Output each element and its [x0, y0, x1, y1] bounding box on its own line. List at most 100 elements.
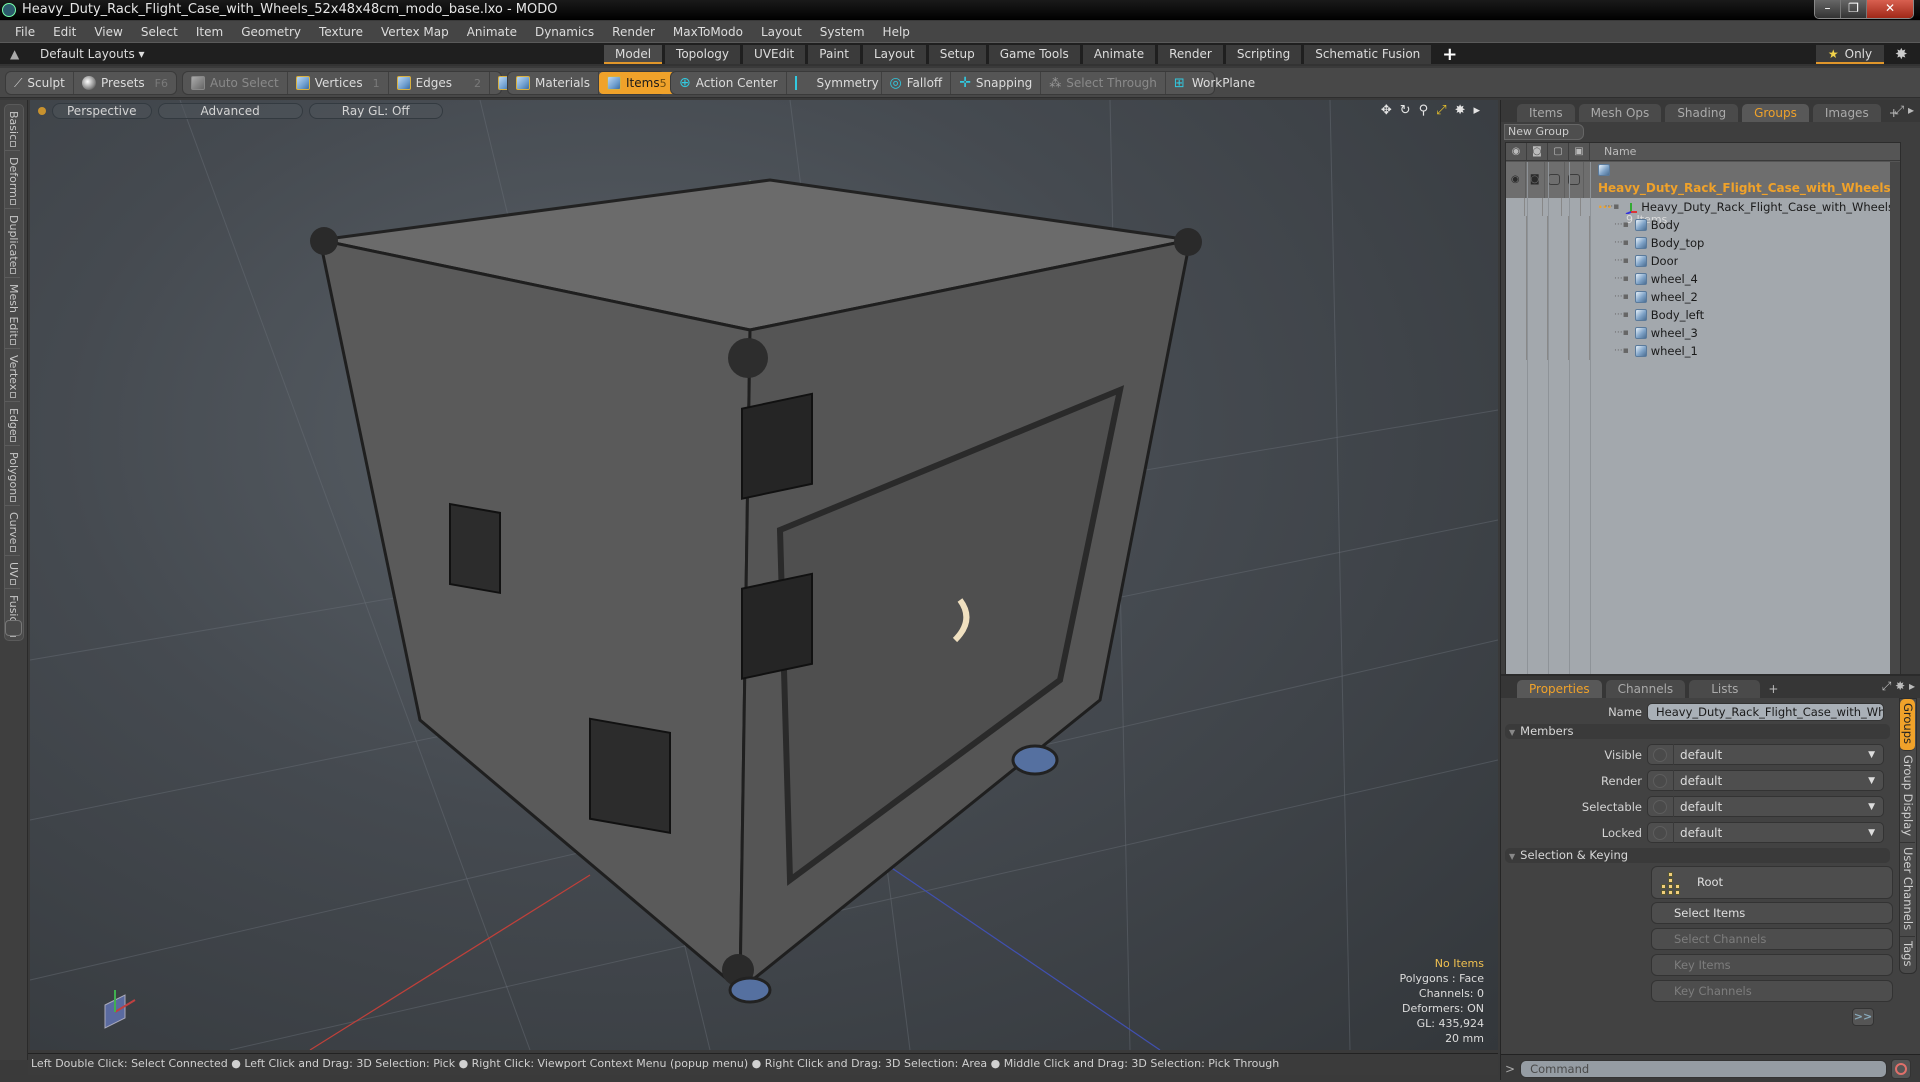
menu-file[interactable]: File — [6, 25, 44, 39]
tab-edge[interactable]: Edge — [5, 402, 20, 447]
group-row[interactable]: ◉ ◙ Heavy_Duty_Rack_Flight_Case_with_Whe… — [1506, 162, 1900, 226]
tab-setup[interactable]: Setup — [928, 45, 986, 64]
side-tab-group-display[interactable]: Group Display — [1900, 751, 1915, 844]
side-tab-user-channels[interactable]: User Channels — [1900, 843, 1915, 938]
tree-item-row[interactable]: ···▪ wheel_2 — [1506, 288, 1900, 306]
locked-keyframe-toggle[interactable] — [1653, 825, 1667, 840]
selectable-dropdown[interactable]: default ▼ — [1647, 796, 1884, 817]
presets-button[interactable]: Presets F6 — [74, 72, 176, 94]
side-tab-tags[interactable]: Tags — [1900, 937, 1915, 972]
record-macro-button[interactable] — [1891, 1058, 1912, 1079]
tab-paint[interactable]: Paint — [808, 45, 860, 64]
tab-uv[interactable]: UV — [5, 556, 20, 589]
selectable-keyframe-toggle[interactable] — [1653, 799, 1667, 814]
menu-item[interactable]: Item — [187, 25, 232, 39]
name-column-header[interactable]: Name — [1590, 143, 1636, 160]
tab-items[interactable]: Items — [1517, 104, 1575, 122]
viewport-menu-arrow-icon[interactable]: ▸ — [1473, 103, 1480, 118]
tab-lists[interactable]: Lists — [1689, 680, 1761, 698]
menu-dynamics[interactable]: Dynamics — [526, 25, 603, 39]
tab-schematic-fusion[interactable]: Schematic Fusion — [1304, 45, 1432, 64]
palette-toggle-button[interactable] — [5, 620, 22, 636]
name-input[interactable]: Heavy_Duty_Rack_Flight_Case_with_Wheels_… — [1647, 703, 1884, 721]
tab-game-tools[interactable]: Game Tools — [988, 45, 1080, 64]
more-options-button[interactable]: >> — [1852, 1008, 1874, 1026]
render-keyframe-toggle[interactable] — [1653, 773, 1667, 788]
tab-duplicate[interactable]: Duplicate — [5, 209, 20, 279]
minimize-button[interactable]: – — [1815, 0, 1841, 18]
action-center-button[interactable]: ⊕ Action Center — [671, 72, 787, 94]
group-lock-toggle[interactable] — [1565, 162, 1584, 198]
layout-settings-gear-icon[interactable]: ✸ — [1895, 45, 1908, 63]
tree-item-row[interactable]: ···▪ Heavy_Duty_Rack_Flight_Case_with_Whe… — [1506, 198, 1900, 216]
workplane-button[interactable]: ⊞ WorkPlane — [1166, 72, 1263, 94]
items-button[interactable]: Items 5 — [599, 72, 675, 94]
select-channels-button[interactable]: Select Channels — [1651, 928, 1893, 950]
menu-system[interactable]: System — [811, 25, 874, 39]
tree-item-row[interactable]: ···▪ Body_top — [1506, 234, 1900, 252]
new-group-button[interactable]: New Group — [1504, 124, 1584, 140]
menu-maxtomodo[interactable]: MaxToModo — [664, 25, 752, 39]
add-layout-tab-button[interactable]: + — [1434, 45, 1465, 64]
tab-topology[interactable]: Topology — [665, 45, 741, 64]
side-tab-groups[interactable]: Groups — [1900, 699, 1915, 752]
shading-mode-button[interactable]: Advanced — [157, 103, 303, 119]
zoom-icon[interactable]: ⚲ — [1419, 103, 1429, 118]
restore-button[interactable]: ❐ — [1841, 0, 1867, 18]
selection-keying-section-header[interactable]: ▼ Selection & Keying — [1505, 848, 1890, 863]
materials-button[interactable]: Materials — [508, 72, 600, 94]
tab-animate[interactable]: Animate — [1082, 45, 1156, 64]
lock-column-cube-icon[interactable]: ▣ — [1569, 143, 1590, 160]
maximize-viewport-icon[interactable]: ⤢ — [1436, 103, 1446, 118]
select-items-button[interactable]: Select Items — [1651, 902, 1893, 924]
viewport-indicator-dot[interactable] — [38, 107, 46, 115]
group-render-toggle[interactable]: ◙ — [1526, 162, 1545, 198]
visible-dropdown[interactable]: default ▼ — [1647, 744, 1884, 765]
default-layouts-dropdown[interactable]: ▲ Default Layouts ▾ — [10, 47, 145, 61]
tree-item-row[interactable]: ···▪ wheel_4 — [1506, 270, 1900, 288]
select-through-button[interactable]: ⁂ Select Through — [1041, 72, 1166, 94]
tree-item-row[interactable]: ···▪ wheel_3 — [1506, 324, 1900, 342]
tab-polygon[interactable]: Polygon — [5, 446, 20, 507]
tree-item-row[interactable]: ···▪ Door — [1506, 252, 1900, 270]
tab-render[interactable]: Render — [1158, 45, 1223, 64]
tab-model[interactable]: Model — [604, 45, 663, 64]
visible-keyframe-toggle[interactable] — [1653, 747, 1667, 762]
tab-vertex[interactable]: Vertex — [5, 349, 20, 402]
tab-images[interactable]: Images — [1812, 104, 1881, 122]
key-items-button[interactable]: Key Items — [1651, 954, 1893, 976]
tab-groups[interactable]: Groups — [1742, 104, 1809, 122]
menu-view[interactable]: View — [85, 25, 131, 39]
tab-basic[interactable]: Basic — [5, 105, 20, 152]
render-column-camera-icon[interactable]: ◙ — [1527, 143, 1548, 160]
falloff-button[interactable]: ◎ Falloff — [882, 72, 952, 94]
menu-vertex-map[interactable]: Vertex Map — [372, 25, 458, 39]
add-properties-tab-button[interactable]: + — [1764, 680, 1782, 698]
command-input[interactable]: Command — [1520, 1059, 1888, 1078]
only-button[interactable]: ★ Only — [1816, 45, 1884, 64]
properties-expand-gear-icon[interactable]: ⤢ ✸ ▸ — [1882, 679, 1915, 694]
menu-select[interactable]: Select — [132, 25, 187, 39]
raygl-button[interactable]: Ray GL: Off — [308, 103, 443, 119]
locked-dropdown[interactable]: default ▼ — [1647, 822, 1884, 843]
key-channels-button[interactable]: Key Channels — [1651, 980, 1893, 1002]
menu-texture[interactable]: Texture — [310, 25, 372, 39]
members-section-header[interactable]: ▼ Members — [1505, 724, 1890, 739]
visibility-column-eye-icon[interactable]: ◉ — [1506, 143, 1527, 160]
tab-layout[interactable]: Layout — [862, 45, 926, 64]
tab-scripting[interactable]: Scripting — [1225, 45, 1302, 64]
tree-item-row[interactable]: ···▪ wheel_1 — [1506, 342, 1900, 360]
tab-shading[interactable]: Shading — [1665, 104, 1739, 122]
tab-channels[interactable]: Channels — [1605, 680, 1686, 698]
render-dropdown[interactable]: default ▼ — [1647, 770, 1884, 791]
menu-edit[interactable]: Edit — [44, 25, 85, 39]
root-button[interactable]: Root — [1651, 866, 1893, 899]
snapping-button[interactable]: ✛ Snapping — [951, 72, 1042, 94]
flight-case-model[interactable] — [310, 178, 1202, 1004]
tab-deform[interactable]: Deform — [5, 151, 20, 210]
group-visibility-toggle[interactable]: ◉ — [1506, 162, 1526, 198]
rotate-icon[interactable]: ↻ — [1400, 103, 1411, 118]
edges-button[interactable]: Edges 2 — [389, 72, 491, 94]
pan-icon[interactable]: ✥ — [1381, 103, 1392, 118]
menu-help[interactable]: Help — [874, 25, 919, 39]
